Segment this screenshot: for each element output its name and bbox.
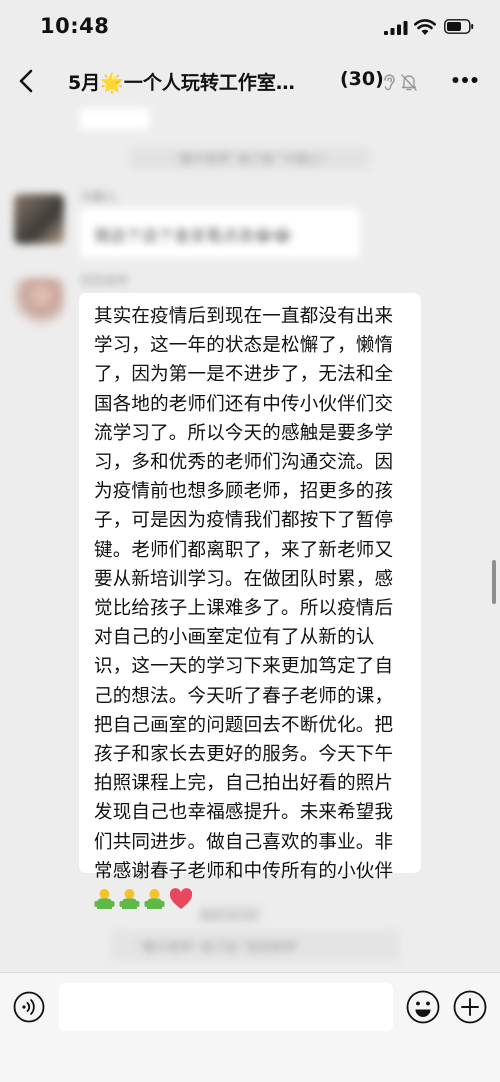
signal-icon [384,21,408,35]
chat-header: 5月🌟一个人玩转工作室… (30) [0,52,500,110]
message-text: 我这个这个金支笔点击😂😂 [94,226,292,245]
input-bar [0,972,500,1082]
sender-name: 卡薇儿 [80,190,117,204]
voice-icon[interactable] [13,991,45,1023]
earpiece-icon [384,74,395,91]
wifi-icon [414,19,436,35]
emoji-group [94,886,193,915]
message-bubble[interactable]: 其实在疫情后到现在一直都没有出来学习，这一年的状态是松懈了，懒惰了，因为第一是不… [79,293,421,910]
member-count: (30) [340,68,384,90]
chat-title[interactable]: 5月🌟一个人玩转工作室… [68,68,333,95]
emoji-icon[interactable] [406,990,440,1024]
status-time: 10:48 [40,14,110,38]
sender-name: 范范老师 [80,274,129,288]
battery-icon [444,19,474,34]
mute-bell-icon [401,74,417,91]
system-message: "春子老师" 拍了拍 "范范老师" [110,930,400,962]
back-icon[interactable] [12,64,42,98]
system-message: "春子老师" 拍了拍 "卡薇儿" [130,148,370,169]
scrollbar[interactable] [492,560,496,604]
avatar[interactable] [14,278,64,328]
person-icon [119,889,140,910]
plus-icon[interactable] [453,990,487,1024]
heart-icon [169,888,193,910]
message-text: 其实在疫情后到现在一直都没有出来学习，这一年的状态是松懈了，懒惰了，因为第一是不… [94,302,409,916]
message-input[interactable] [59,983,393,1031]
timestamp: 昨天 21:53 [200,906,260,924]
status-bar: 10:48 [0,0,500,52]
system-message-text: "春子老师" 拍了拍 "范范老师" [138,940,300,954]
more-icon[interactable] [452,76,478,84]
avatar[interactable] [14,194,64,244]
message-body: 其实在疫情后到现在一直都没有出来学习，这一年的状态是松懈了，懒惰了，因为第一是不… [94,306,394,882]
previous-message-bubble [80,108,150,130]
message-bubble[interactable]: 我这个这个金支笔点击😂😂 [80,208,360,258]
person-icon [94,889,115,910]
person-icon [144,889,165,910]
